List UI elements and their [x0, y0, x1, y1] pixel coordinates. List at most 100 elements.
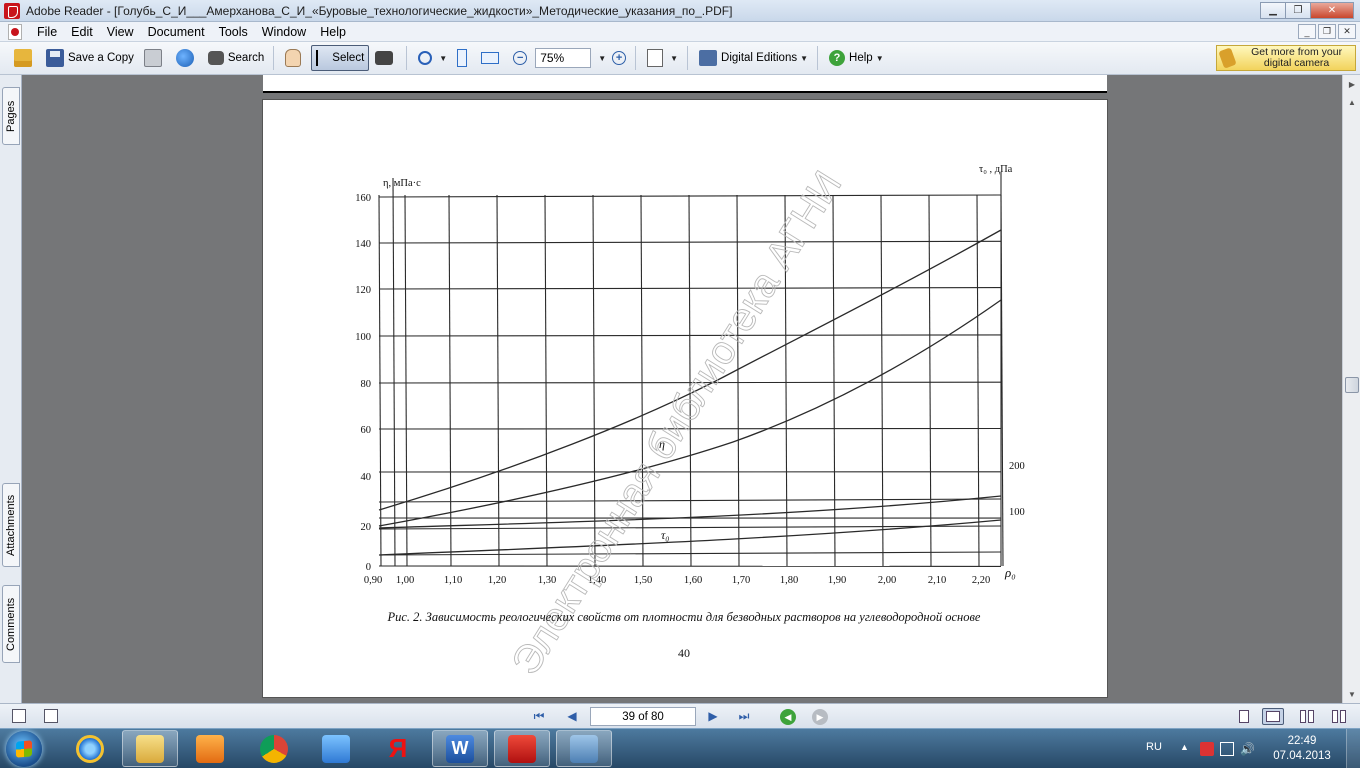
open-folder-icon [14, 49, 32, 67]
taskbar-chrome[interactable] [246, 730, 302, 767]
next-page-button[interactable]: ▶ [704, 708, 722, 724]
promo-banner[interactable]: Get more from your digital camera [1216, 45, 1356, 71]
menu-view[interactable]: View [100, 25, 141, 39]
first-page-button[interactable]: ⏮ [530, 708, 548, 724]
hand-icon [285, 49, 302, 67]
show-desktop-button[interactable] [1346, 729, 1360, 768]
minimize-button[interactable]: ▁ [1260, 2, 1286, 19]
taskbar-mail[interactable] [308, 730, 364, 767]
email-button[interactable] [172, 45, 202, 71]
language-indicator[interactable]: RU [1146, 741, 1162, 753]
go-forward-button[interactable]: ▶ [812, 709, 828, 725]
go-back-button[interactable]: ◀ [780, 709, 796, 725]
document-window-controls: _ ❐ ✕ [1296, 24, 1356, 39]
taskbar-word[interactable]: W [432, 730, 488, 767]
bookmark-icon[interactable] [44, 709, 58, 723]
doc-minimize-button[interactable]: _ [1298, 24, 1316, 39]
grid-vline [928, 194, 932, 567]
zoom-level-input[interactable]: 75% [535, 48, 592, 68]
page-number: 40 [678, 646, 690, 660]
scrollbar-thumb[interactable] [1345, 377, 1359, 393]
menu-window[interactable]: Window [255, 25, 313, 39]
facing-view-icon[interactable] [1296, 708, 1318, 725]
left-tick-label: 140 [355, 239, 371, 250]
network-icon[interactable] [1220, 742, 1234, 756]
tab-pages[interactable]: Pages [2, 87, 20, 145]
last-page-button[interactable]: ⏭ [735, 708, 753, 724]
right-tick-label: 100 [1009, 507, 1025, 518]
grid-hline [378, 498, 1002, 503]
fit-page-button[interactable] [453, 45, 475, 71]
digital-editions-button[interactable]: Digital Editions ▼ [695, 45, 812, 71]
print-button[interactable] [140, 45, 170, 71]
continuous-view-icon[interactable] [1262, 708, 1284, 725]
fit-width-button[interactable] [477, 45, 507, 71]
tab-comments[interactable]: Comments [2, 585, 20, 663]
x-tick-label: 1,60 [684, 575, 702, 586]
scroll-up-arrow-icon[interactable]: ▲ [1345, 95, 1359, 109]
menu-help[interactable]: Help [313, 25, 353, 39]
maximize-button[interactable]: ❐ [1285, 2, 1311, 19]
zoom-dropdown-icon[interactable]: ▼ [598, 54, 606, 63]
close-button[interactable]: ✕ [1310, 2, 1354, 19]
menu-document[interactable]: Document [141, 25, 212, 39]
select-tool-button[interactable]: Select [311, 45, 370, 71]
search-button[interactable]: Search [204, 45, 268, 71]
status-bar: ⏮ ◀ 39 of 80 ▶ ⏭ ◀ ▶ [0, 703, 1360, 728]
left-tick-label: 20 [361, 522, 372, 533]
tray-expand-icon[interactable]: ▲ [1180, 742, 1194, 756]
action-center-icon[interactable] [1200, 742, 1214, 756]
grid-hline [378, 551, 1002, 556]
fit-page-icon [457, 49, 468, 67]
menu-bar: File Edit View Document Tools Window Hel… [0, 22, 1360, 42]
help-icon: ? [829, 50, 846, 66]
menu-file[interactable]: File [30, 25, 64, 39]
tab-attachments[interactable]: Attachments [2, 483, 20, 567]
clock[interactable]: 22:49 07.04.2013 [1272, 734, 1332, 764]
taskbar-media-player[interactable] [182, 730, 238, 767]
vertical-scrollbar[interactable]: ▶ ▲ ▼ [1342, 75, 1360, 703]
zoom-out-button[interactable]: − [509, 45, 531, 71]
volume-icon[interactable]: 🔊 [1240, 742, 1255, 756]
grid-vline [736, 194, 740, 567]
fit-width-icon [481, 52, 500, 64]
grid-hline [378, 194, 1002, 198]
help-button[interactable]: ? Help ▼ [825, 45, 888, 71]
taskbar-internet-explorer[interactable] [62, 730, 118, 767]
zoom-in-button[interactable]: + [608, 45, 630, 71]
nav-expand-arrow-icon[interactable]: ▶ [1345, 77, 1359, 91]
grid-vline [544, 194, 548, 567]
doc-close-button[interactable]: ✕ [1338, 24, 1356, 39]
chrome-icon [260, 734, 288, 763]
taskbar-explorer[interactable] [122, 730, 178, 767]
menu-tools[interactable]: Tools [212, 25, 255, 39]
system-tray: RU ▲ 🔊 22:49 07.04.2013 [1140, 729, 1360, 768]
hand-tool-button[interactable] [281, 45, 309, 71]
save-copy-button[interactable]: Save a Copy [42, 45, 138, 71]
email-icon [175, 49, 194, 67]
zoom-in-tool-button[interactable]: ▼ [414, 45, 451, 71]
snapshot-button[interactable] [371, 45, 401, 71]
taskbar-app[interactable] [556, 730, 612, 767]
taskbar-adobe-reader[interactable] [494, 730, 550, 767]
toolbar-separator [817, 46, 819, 70]
x-tick-label: 2,00 [878, 575, 896, 586]
menu-edit[interactable]: Edit [64, 25, 100, 39]
toolbar-separator [635, 46, 637, 70]
page-number-input[interactable]: 39 of 80 [590, 707, 696, 726]
document-icon[interactable] [8, 23, 22, 40]
page-size-icon[interactable] [12, 709, 26, 723]
x-tick-label: 1,80 [780, 575, 798, 586]
camera-icon [375, 51, 394, 65]
start-button[interactable] [6, 731, 42, 767]
continuous-facing-view-icon[interactable] [1328, 708, 1350, 725]
page-layout-button[interactable]: ▼ [643, 45, 682, 71]
taskbar-yandex[interactable]: Я [370, 730, 426, 767]
doc-restore-button[interactable]: ❐ [1318, 24, 1336, 39]
scroll-down-arrow-icon[interactable]: ▼ [1345, 687, 1359, 701]
window-controls: ▁ ❐ ✕ [1260, 2, 1354, 19]
document-view[interactable]: 0 20 40 60 80 100 120 140 160 100 200 0,90 1,00 1,10 1… [22, 75, 1342, 703]
single-page-view-icon[interactable] [1233, 708, 1255, 725]
previous-page-button[interactable]: ◀ [563, 708, 581, 724]
open-button[interactable] [10, 45, 40, 71]
